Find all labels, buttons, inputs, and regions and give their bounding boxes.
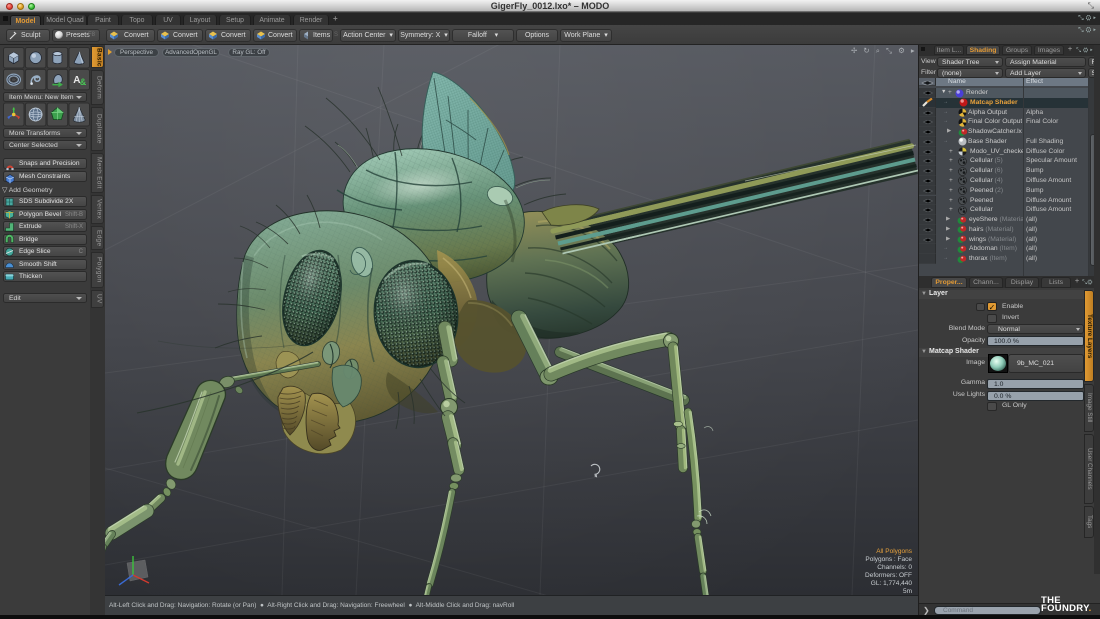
- svg-text:Deformers: OFF: Deformers: OFF: [865, 572, 912, 579]
- svg-text:Channels: 0: Channels: 0: [877, 564, 912, 571]
- svg-text:GL: 1,774,440: GL: 1,774,440: [871, 580, 913, 587]
- svg-text:Polygons : Face: Polygons : Face: [865, 556, 912, 563]
- svg-text:All Polygons: All Polygons: [876, 548, 913, 555]
- svg-text:5m: 5m: [903, 588, 912, 595]
